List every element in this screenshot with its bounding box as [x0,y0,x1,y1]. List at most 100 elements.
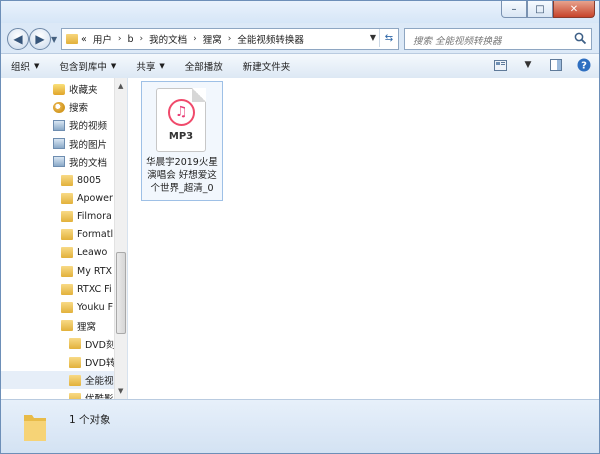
nav-item-label: 我的视频 [69,121,108,133]
breadcrumb-separator-icon[interactable]: › [118,34,122,44]
preview-pane-button[interactable] [547,56,565,74]
chevron-down-icon: ▼ [159,62,165,70]
chevron-down-icon: ▼ [34,62,40,70]
explorer-window: – □ ✕ ◀ ▶ ▼ « 用户 › b › 我的文档 › 狸窝 › 全能视频转… [0,0,600,454]
folder-icon [61,210,73,222]
folder-icon [61,247,73,259]
nav-item-label: Filmora [77,210,112,222]
breadcrumb-separator-icon[interactable]: › [139,34,143,44]
breadcrumb-b[interactable]: b [127,34,133,45]
nav-item[interactable]: 8005 [1,171,114,189]
library-icon [53,138,65,150]
include-in-library-menu[interactable]: 包含到库中 ▼ [49,54,126,78]
scroll-down-icon[interactable]: ▼ [118,387,123,395]
window-controls: – □ ✕ [501,1,595,19]
maximize-button[interactable]: □ [527,1,553,18]
scroll-up-icon[interactable]: ▲ [118,82,123,90]
help-icon: ? [577,58,591,72]
search-icon[interactable] [574,32,587,45]
chevron-down-icon: ▼ [524,60,532,70]
nav-item[interactable]: 我的视频 [1,116,114,134]
recent-pages-dropdown[interactable]: ▼ [51,35,57,44]
help-button[interactable]: ? [575,56,593,74]
folder-icon [61,320,73,332]
breadcrumb-separator-icon[interactable]: › [228,34,232,44]
file-item[interactable]: ♫ MP3 华晨宇2019火星 演唱会 好想爱这 个世界_超清_0 [141,81,223,201]
preview-pane-icon [550,59,562,71]
back-button[interactable]: ◀ [7,28,29,50]
nav-item[interactable]: DVD转 [1,353,116,371]
folder-icon [24,415,46,441]
nav-item-label: 收藏夹 [69,85,98,96]
page-fold-icon [192,88,206,102]
chevron-down-icon: ▼ [110,62,117,70]
nav-item[interactable]: 狸窝 [1,317,114,335]
address-overflow-chevron[interactable]: « [81,34,87,45]
back-arrow-icon: ◀ [13,32,23,46]
view-controls: ▼ ? [491,56,593,74]
breadcrumb-separator-icon[interactable]: › [193,34,197,44]
star-folder-icon [53,83,65,95]
nav-item[interactable]: RTXC Fi [1,280,114,298]
nav-item[interactable]: My RTX [1,262,114,280]
navigation-pane: 优酷影 全能视 DVD转 DVD刻 狸窝 Youku F RTXC Fi My RTX Leaw… [1,78,128,399]
forward-button[interactable]: ▶ [29,28,51,50]
address-bar[interactable]: « 用户 › b › 我的文档 › 狸窝 › 全能视频转换器 ▼ ⇆ [61,28,399,50]
change-view-button[interactable] [491,56,509,74]
nav-item[interactable]: 我的文档 [1,153,114,171]
nav-item[interactable]: 我的图片 [1,135,114,153]
nav-item[interactable]: Youku F [1,298,114,316]
nav-item-label: 我的文档 [69,157,108,169]
close-button[interactable]: ✕ [553,1,595,18]
nav-item[interactable]: 优酷影 [1,389,114,399]
nav-item[interactable]: 搜索 [1,98,114,116]
nav-item-label: Formatl [77,229,114,241]
search-placeholder: 搜索 全能视频转换器 [413,36,502,47]
organize-menu[interactable]: 组织 ▼ [1,54,49,78]
nav-item[interactable]: Filmora [1,207,114,225]
nav-item[interactable]: Leawo [1,244,114,262]
minimize-button[interactable]: – [501,1,527,18]
library-icon [53,156,65,168]
nav-scrollbar[interactable]: ▲ ▼ [114,78,127,399]
nav-item[interactable]: Apower [1,189,114,207]
nav-item-label: RTXC Fi [77,283,112,295]
include-in-library-label: 包含到库中 [59,62,107,73]
scrollbar-thumb[interactable] [116,252,126,334]
share-menu[interactable]: 共享 ▼ [126,54,174,78]
file-name: 华晨宇2019火星 演唱会 好想爱这 个世界_超清_0 [144,156,220,195]
search-input[interactable]: 搜索 全能视频转换器 [404,28,592,50]
new-folder-button[interactable]: 新建文件夹 [233,54,301,78]
breadcrumb-liwo[interactable]: 狸窝 [203,32,222,46]
itunes-note-icon: ♫ [168,99,195,126]
folder-icon [69,338,81,350]
address-dropdown-icon[interactable]: ▼ [370,33,376,42]
nav-item[interactable]: 全能视 [1,371,114,390]
nav-item-label: 优酷影 [85,391,114,399]
file-type-label: MP3 [168,131,194,142]
refresh-button[interactable]: ⇆ [379,29,398,47]
nav-item-label: 全能视 [85,376,114,388]
folder-icon [61,283,73,295]
svg-text:?: ? [581,61,587,72]
nav-item[interactable]: DVD刻 [1,335,116,353]
command-bar: 组织 ▼ 包含到库中 ▼ 共享 ▼ 全部播放 新建文件夹 ▼ ? [1,53,599,79]
nav-item-label: 我的图片 [69,139,108,151]
breadcrumb-my-documents[interactable]: 我的文档 [149,32,187,46]
file-name-line: 个世界_超清_0 [150,183,214,194]
nav-item-label: My RTX [77,265,113,277]
breadcrumb-converter[interactable]: 全能视频转换器 [237,32,304,46]
folder-icon [61,301,73,313]
nav-item-label: Apower [77,192,113,204]
folder-icon [69,374,81,386]
file-list-area[interactable]: ♫ MP3 华晨宇2019火星 演唱会 好想爱这 个世界_超清_0 [128,78,599,399]
nav-item[interactable]: Formatl [1,226,114,244]
play-all-button[interactable]: 全部播放 [175,54,233,78]
search-folder-icon [53,101,65,113]
view-options-dropdown[interactable]: ▼ [519,56,537,74]
nav-item[interactable]: 收藏夹 [1,80,114,98]
folder-icon [61,192,73,204]
nav-item-label: DVD转 [85,358,116,369]
nav-item-label: DVD刻 [85,339,116,351]
breadcrumb-users[interactable]: 用户 [93,32,112,46]
